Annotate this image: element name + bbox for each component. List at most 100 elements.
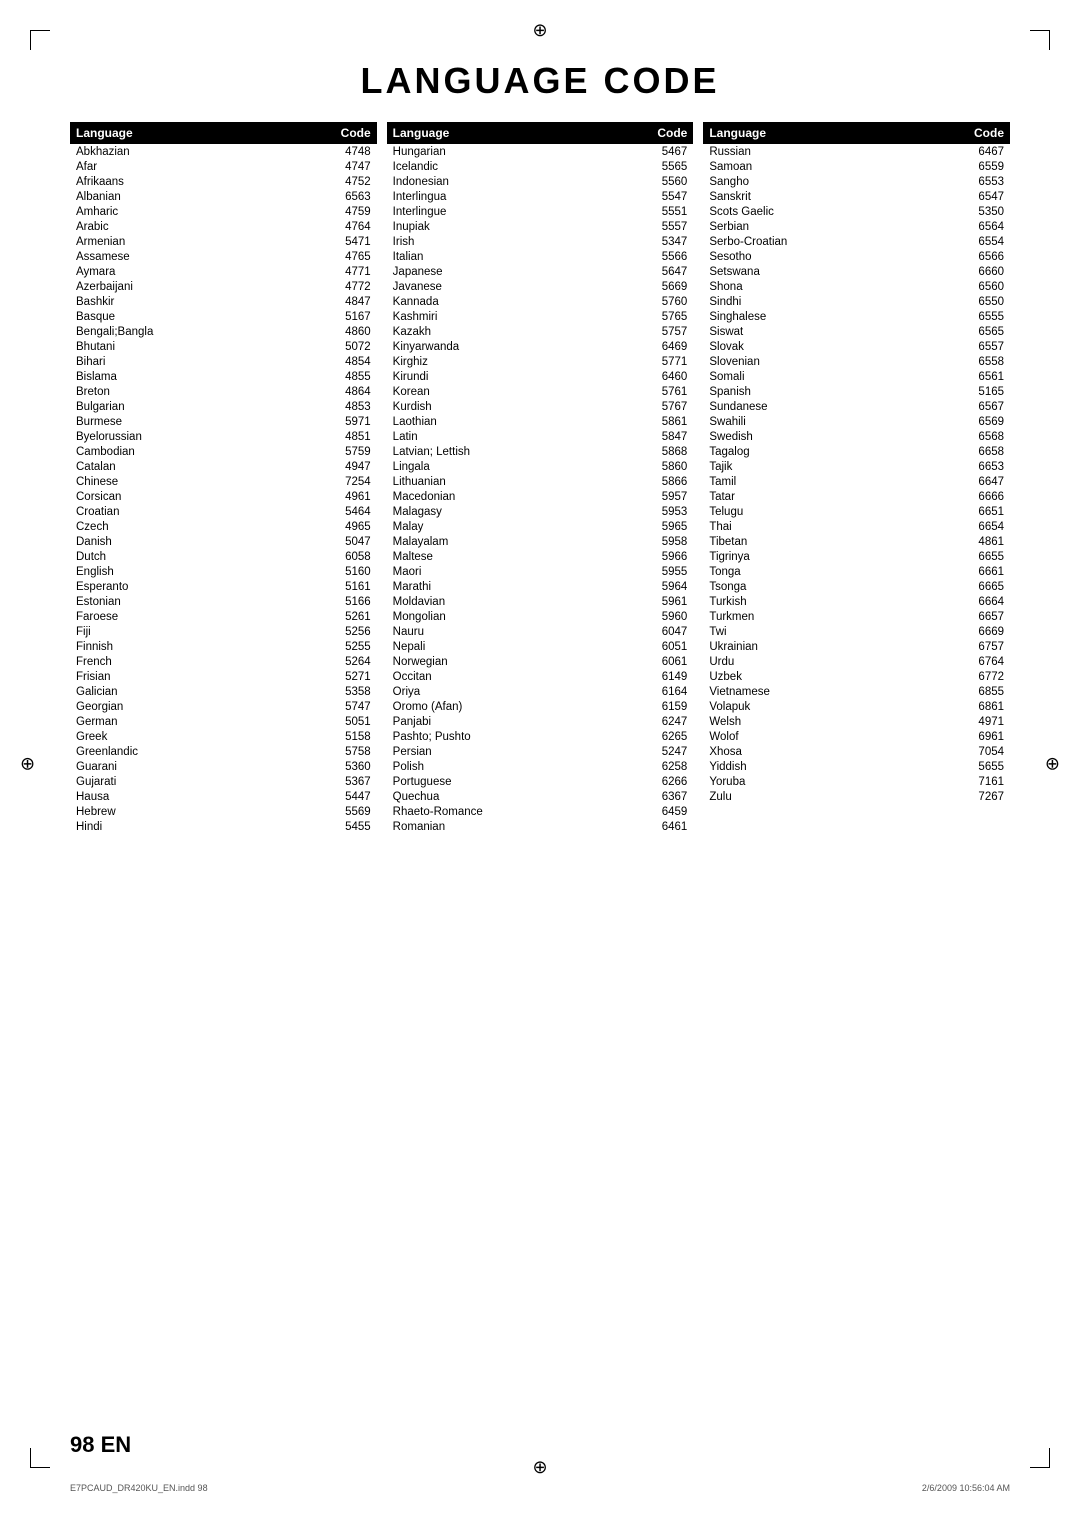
code-cell: 6961: [955, 729, 1010, 744]
lang-cell: Xhosa: [703, 744, 955, 759]
lang-cell: Croatian: [70, 504, 322, 519]
code-cell: 5669: [638, 279, 693, 294]
table-row: Tsonga6665: [703, 579, 1010, 594]
lang-cell: Hindi: [70, 819, 322, 834]
lang-cell: Finnish: [70, 639, 322, 654]
table-row: Malay5965: [387, 519, 694, 534]
table-row: Urdu6764: [703, 654, 1010, 669]
code-cell: 5655: [955, 759, 1010, 774]
table-row: Armenian5471: [70, 234, 377, 249]
lang-cell: Zulu: [703, 789, 955, 804]
table-row: Afrikaans4752: [70, 174, 377, 189]
table-row: Tonga6661: [703, 564, 1010, 579]
code-cell: 5160: [322, 564, 377, 579]
table-row: Guarani5360: [70, 759, 377, 774]
code-cell: 5247: [638, 744, 693, 759]
code-cell: 5455: [322, 819, 377, 834]
code-cell: 5072: [322, 339, 377, 354]
table-row: Nepali6051: [387, 639, 694, 654]
code-cell: 6061: [638, 654, 693, 669]
table-row: Indonesian5560: [387, 174, 694, 189]
table-row: Azerbaijani4772: [70, 279, 377, 294]
table-row: Bihari4854: [70, 354, 377, 369]
table-row: Yoruba7161: [703, 774, 1010, 789]
table-row: Esperanto5161: [70, 579, 377, 594]
lang-cell: Marathi: [387, 579, 639, 594]
column-3: Language Code Russian6467Samoan6559Sangh…: [703, 122, 1010, 834]
code-cell: 6660: [955, 264, 1010, 279]
table-row: Greenlandic5758: [70, 744, 377, 759]
lang-cell: Panjabi: [387, 714, 639, 729]
reg-mark-right: ⊕: [1045, 754, 1060, 775]
lang-cell: Malay: [387, 519, 639, 534]
table-row: Hebrew5569: [70, 804, 377, 819]
code-cell: 6566: [955, 249, 1010, 264]
code-cell: 6555: [955, 309, 1010, 324]
code-cell: 6047: [638, 624, 693, 639]
table-row: Inupiak5557: [387, 219, 694, 234]
table-row: Tigrinya6655: [703, 549, 1010, 564]
lang-cell: Dutch: [70, 549, 322, 564]
lang-cell: Fiji: [70, 624, 322, 639]
table-row: Korean5761: [387, 384, 694, 399]
table-row: Assamese4765: [70, 249, 377, 264]
lang-cell: Quechua: [387, 789, 639, 804]
table-row: Sanskrit6547: [703, 189, 1010, 204]
table-row: Fiji5256: [70, 624, 377, 639]
table-row: Serbian6564: [703, 219, 1010, 234]
code-cell: 6460: [638, 369, 693, 384]
code-cell: 4772: [322, 279, 377, 294]
code-cell: 5347: [638, 234, 693, 249]
table-row: Mongolian5960: [387, 609, 694, 624]
table-row: Icelandic5565: [387, 159, 694, 174]
table-row: Malagasy5953: [387, 504, 694, 519]
code-cell: 6467: [955, 144, 1010, 159]
code-cell: 5955: [638, 564, 693, 579]
lang-cell: French: [70, 654, 322, 669]
table-row: Ukrainian6757: [703, 639, 1010, 654]
col1-lang-header: Language: [70, 122, 322, 144]
table-row: Finnish5255: [70, 639, 377, 654]
lang-cell: Interlingue: [387, 204, 639, 219]
lang-cell: Javanese: [387, 279, 639, 294]
lang-cell: Laothian: [387, 414, 639, 429]
code-cell: 5047: [322, 534, 377, 549]
code-cell: 7161: [955, 774, 1010, 789]
table-row: Cambodian5759: [70, 444, 377, 459]
lang-cell: Assamese: [70, 249, 322, 264]
lang-cell: Moldavian: [387, 594, 639, 609]
table-row: Moldavian5961: [387, 594, 694, 609]
table-row: Interlingua5547: [387, 189, 694, 204]
table-row: Amharic4759: [70, 204, 377, 219]
code-cell: 6757: [955, 639, 1010, 654]
code-cell: 6554: [955, 234, 1010, 249]
table-row: Arabic4764: [70, 219, 377, 234]
code-cell: 5960: [638, 609, 693, 624]
code-cell: 4747: [322, 159, 377, 174]
lang-cell: Tonga: [703, 564, 955, 579]
lang-cell: Maori: [387, 564, 639, 579]
table-row: Tagalog6658: [703, 444, 1010, 459]
table-row: Serbo-Croatian6554: [703, 234, 1010, 249]
table-row: Shona6560: [703, 279, 1010, 294]
lang-cell: Kurdish: [387, 399, 639, 414]
lang-cell: Swahili: [703, 414, 955, 429]
lang-cell: Nauru: [387, 624, 639, 639]
lang-cell: Hungarian: [387, 144, 639, 159]
table-row: Czech4965: [70, 519, 377, 534]
lang-cell: Sindhi: [703, 294, 955, 309]
lang-cell: Greenlandic: [70, 744, 322, 759]
table-row: Persian5247: [387, 744, 694, 759]
col3-code-header: Code: [955, 122, 1010, 144]
lang-cell: Persian: [387, 744, 639, 759]
code-cell: 4765: [322, 249, 377, 264]
table-row: Maori5955: [387, 564, 694, 579]
code-cell: 6553: [955, 174, 1010, 189]
lang-cell: Bihari: [70, 354, 322, 369]
lang-cell: Swedish: [703, 429, 955, 444]
code-cell: 4864: [322, 384, 377, 399]
code-cell: 4861: [955, 534, 1010, 549]
lang-cell: Corsican: [70, 489, 322, 504]
table-row: Catalan4947: [70, 459, 377, 474]
lang-cell: Icelandic: [387, 159, 639, 174]
